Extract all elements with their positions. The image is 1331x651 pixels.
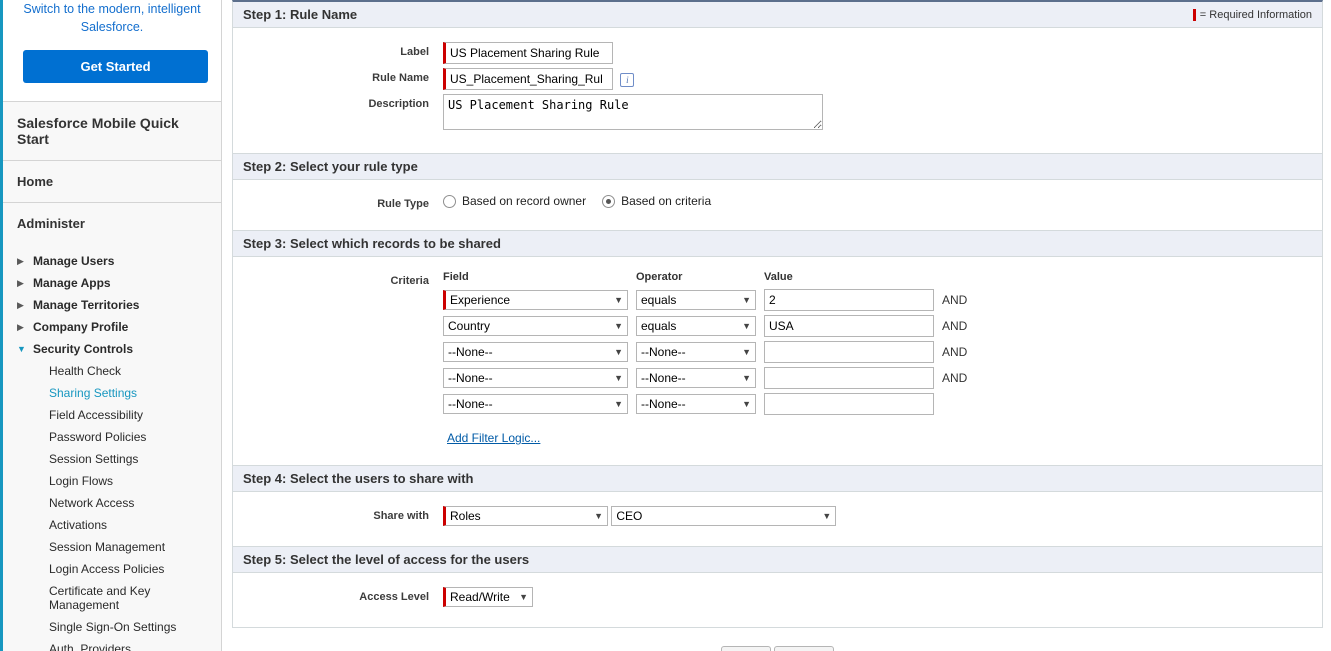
criteria-th-operator: Operator xyxy=(636,271,764,287)
required-bar-icon xyxy=(1193,9,1196,21)
criteria-operator-select[interactable]: --None-- xyxy=(636,368,756,388)
sidebar-mobile-quick-start[interactable]: Salesforce Mobile Quick Start xyxy=(3,102,221,161)
criteria-field-select[interactable]: Experience xyxy=(443,290,628,310)
criteria-operator-select[interactable]: equals xyxy=(636,316,756,336)
criteria-table: Field Operator Value Experience equals AND… xyxy=(443,271,975,417)
expand-icon: ▶ xyxy=(17,278,29,290)
criteria-operator-select[interactable]: --None-- xyxy=(636,394,756,414)
share-with-target-select[interactable]: CEO xyxy=(611,506,836,526)
sidebar-item-single-sign-on[interactable]: Single Sign-On Settings xyxy=(3,616,221,638)
expand-icon: ▶ xyxy=(17,300,29,312)
cancel-button[interactable]: Cancel xyxy=(774,646,833,651)
sidebar-item-manage-apps[interactable]: ▶Manage Apps xyxy=(3,272,221,294)
save-button[interactable]: Save xyxy=(721,646,770,651)
criteria-row: --None-- --None-- AND xyxy=(443,365,975,391)
criteria-row: --None-- --None-- xyxy=(443,391,975,417)
sidebar-home[interactable]: Home xyxy=(3,161,221,203)
sidebar-item-certificate-key-mgmt[interactable]: Certificate and Key Management xyxy=(3,580,221,616)
criteria-and-label: AND xyxy=(942,287,975,313)
main-content: Step 1: Rule Name = Required Information… xyxy=(222,0,1331,651)
criteria-row: --None-- --None-- AND xyxy=(443,339,975,365)
sidebar-item-sharing-settings[interactable]: Sharing Settings xyxy=(3,382,221,404)
sidebar-item-network-access[interactable]: Network Access xyxy=(3,492,221,514)
sidebar-item-session-settings[interactable]: Session Settings xyxy=(3,448,221,470)
sidebar-item-field-accessibility[interactable]: Field Accessibility xyxy=(3,404,221,426)
collapse-icon: ▼ xyxy=(17,344,29,356)
radio-icon xyxy=(443,195,456,208)
sidebar: Switch to the modern, intelligent Salesf… xyxy=(0,0,222,651)
criteria-value-input[interactable] xyxy=(764,367,934,389)
sidebar-item-login-flows[interactable]: Login Flows xyxy=(3,470,221,492)
expand-icon: ▶ xyxy=(17,256,29,268)
criteria-field-select[interactable]: --None-- xyxy=(443,368,628,388)
criteria-operator-select[interactable]: equals xyxy=(636,290,756,310)
criteria-value-input[interactable] xyxy=(764,289,934,311)
criteria-field-select[interactable]: --None-- xyxy=(443,342,628,362)
rule-name-label: Rule Name xyxy=(243,68,443,84)
switch-text-line2: Salesforce. xyxy=(23,18,201,36)
criteria-th-value: Value xyxy=(764,271,942,287)
radio-based-on-owner[interactable]: Based on record owner xyxy=(443,194,586,208)
info-icon[interactable]: i xyxy=(620,73,634,87)
radio-icon-checked xyxy=(602,195,615,208)
expand-icon: ▶ xyxy=(17,322,29,334)
criteria-and-label: AND xyxy=(942,365,975,391)
add-filter-logic-link[interactable]: Add Filter Logic... xyxy=(447,431,540,445)
step4-header: Step 4: Select the users to share with xyxy=(233,465,1322,492)
criteria-th-field: Field xyxy=(443,271,636,287)
radio-owner-label: Based on record owner xyxy=(462,194,586,208)
get-started-button[interactable]: Get Started xyxy=(23,50,208,83)
required-info-legend: = Required Information xyxy=(1193,9,1312,21)
step2-header: Step 2: Select your rule type xyxy=(233,153,1322,180)
step3-header: Step 3: Select which records to be share… xyxy=(233,230,1322,257)
sidebar-item-login-access-policies[interactable]: Login Access Policies xyxy=(3,558,221,580)
criteria-operator-select[interactable]: --None-- xyxy=(636,342,756,362)
label-label: Label xyxy=(243,42,443,58)
criteria-row: Experience equals AND xyxy=(443,287,975,313)
sidebar-item-session-management[interactable]: Session Management xyxy=(3,536,221,558)
access-level-label: Access Level xyxy=(243,587,443,603)
access-level-select[interactable]: Read/Write xyxy=(443,587,533,607)
rule-type-label: Rule Type xyxy=(243,194,443,210)
description-textarea[interactable]: US Placement Sharing Rule xyxy=(443,94,823,130)
step1-header: Step 1: Rule Name = Required Information xyxy=(233,2,1322,28)
sidebar-item-auth-providers[interactable]: Auth. Providers xyxy=(3,638,221,651)
sidebar-item-activations[interactable]: Activations xyxy=(3,514,221,536)
rule-name-input[interactable] xyxy=(443,68,613,90)
switch-text-line1: Switch to the modern, intelligent xyxy=(23,0,201,18)
button-bar: Save Cancel xyxy=(232,628,1323,651)
label-input[interactable] xyxy=(443,42,613,64)
share-with-label: Share with xyxy=(243,506,443,522)
sidebar-item-health-check[interactable]: Health Check xyxy=(3,360,221,382)
criteria-value-input[interactable] xyxy=(764,393,934,415)
radio-based-on-criteria[interactable]: Based on criteria xyxy=(602,194,711,208)
sidebar-administer-header: Administer xyxy=(3,203,221,244)
sidebar-item-manage-territories[interactable]: ▶Manage Territories xyxy=(3,294,221,316)
sidebar-item-security-controls[interactable]: ▼Security Controls xyxy=(3,338,221,360)
step5-header: Step 5: Select the level of access for t… xyxy=(233,546,1322,573)
description-label: Description xyxy=(243,94,443,110)
sidebar-item-manage-users[interactable]: ▶Manage Users xyxy=(3,250,221,272)
criteria-and-label: AND xyxy=(942,313,975,339)
criteria-value-input[interactable] xyxy=(764,315,934,337)
required-info-text: = Required Information xyxy=(1200,9,1312,21)
sidebar-item-company-profile[interactable]: ▶Company Profile xyxy=(3,316,221,338)
switch-to-lightning-panel: Switch to the modern, intelligent Salesf… xyxy=(3,0,221,102)
criteria-value-input[interactable] xyxy=(764,341,934,363)
step1-title: Step 1: Rule Name xyxy=(243,7,357,22)
criteria-field-select[interactable]: Country xyxy=(443,316,628,336)
radio-criteria-label: Based on criteria xyxy=(621,194,711,208)
criteria-row: Country equals AND xyxy=(443,313,975,339)
sidebar-item-password-policies[interactable]: Password Policies xyxy=(3,426,221,448)
criteria-and-label: AND xyxy=(942,339,975,365)
criteria-label: Criteria xyxy=(243,271,443,287)
criteria-and-label xyxy=(942,391,975,417)
criteria-field-select[interactable]: --None-- xyxy=(443,394,628,414)
share-with-type-select[interactable]: Roles xyxy=(443,506,608,526)
